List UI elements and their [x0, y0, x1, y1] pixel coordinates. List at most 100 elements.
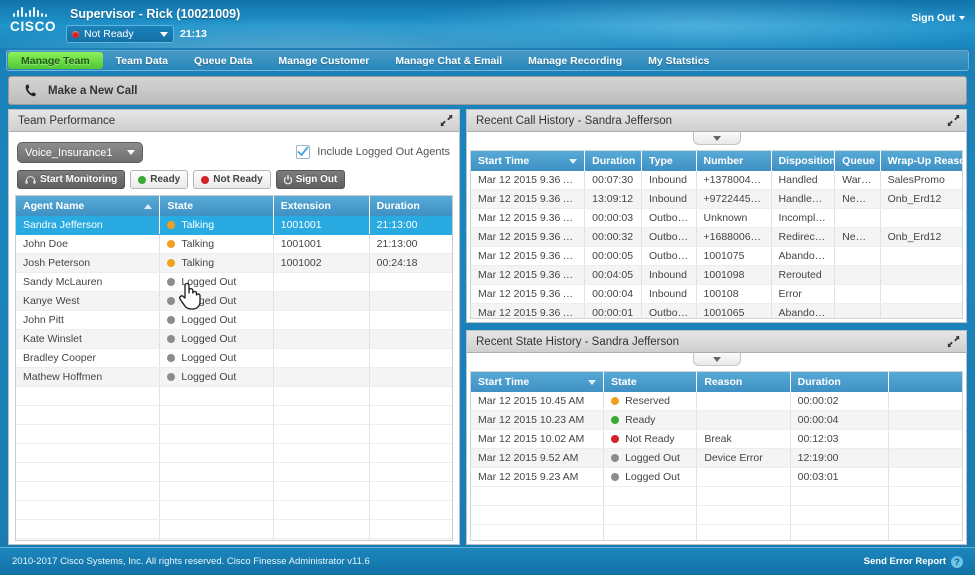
team-performance-row[interactable]: Kate Winslet Logged Out — [16, 329, 452, 349]
team-performance-row[interactable]: Bradley Cooper Logged Out — [16, 348, 452, 368]
expand-arrows-icon[interactable] — [947, 335, 960, 348]
team-performance-row[interactable]: Sandra Jefferson Talking 1001001 21:13:00 — [16, 216, 452, 235]
column-header-blank[interactable] — [888, 372, 962, 392]
expand-arrows-icon[interactable] — [947, 114, 960, 127]
column-header-number[interactable]: Number — [696, 151, 772, 171]
call-history-row[interactable]: Mar 12 2015 9.36 AM 00:00:01 Outbound 10010… — [471, 303, 962, 318]
agent-state-label: Not Ready — [84, 28, 134, 40]
column-header-reason[interactable]: Reason — [696, 372, 791, 392]
state-label: Reserved — [625, 395, 671, 407]
column-header-type[interactable]: Type — [641, 151, 697, 171]
nav-tab-queue-data[interactable]: Queue Data — [181, 51, 265, 70]
nav-tab-manage-customer[interactable]: Manage Customer — [265, 51, 382, 70]
make-new-call-bar[interactable]: Make a New Call — [8, 76, 967, 105]
agent-state-cell: Logged Out — [159, 348, 274, 368]
column-header-state[interactable]: State — [603, 372, 698, 392]
state-start-time-cell: Mar 12 2015 10.02 AM — [471, 429, 605, 449]
expand-arrows-icon[interactable] — [440, 114, 453, 127]
call-history-row[interactable]: Mar 12 2015 9.36 AM 00:00:05 Outbound 10010… — [471, 246, 962, 266]
column-header-start-time[interactable]: Start Time — [471, 151, 586, 171]
column-header-duration[interactable]: Duration — [790, 372, 889, 392]
team-performance-row[interactable]: John Doe Talking 1001001 21:13:00 — [16, 234, 452, 254]
team-performance-row[interactable]: Sandy McLauren Logged Out — [16, 272, 452, 292]
state-history-row[interactable]: Mar 12 2015 10.23 AM Ready 00:00:04 — [471, 410, 962, 430]
agent-sign-out-button[interactable]: Sign Out — [275, 170, 346, 189]
column-header-duration[interactable]: Duration — [369, 196, 452, 216]
call-duration-cell: 00:00:04 — [584, 284, 642, 304]
nav-tab-manage-team[interactable]: Manage Team — [8, 52, 103, 69]
call-duration-cell: 13:09:12 — [584, 189, 642, 209]
nav-tab-manage-recording[interactable]: Manage Recording — [515, 51, 635, 70]
team-performance-row[interactable]: Kanye West Logged Out — [16, 291, 452, 311]
table-filler-row — [16, 405, 452, 425]
sign-out-menu[interactable]: Sign Out — [911, 12, 965, 24]
state-history-row[interactable]: Mar 12 2015 9.23 AM Logged Out 00:03:01 — [471, 467, 962, 487]
set-not-ready-button[interactable]: Not Ready — [193, 170, 271, 189]
team-performance-row[interactable]: Josh Peterson Talking 1001002 00:24:18 — [16, 253, 452, 273]
state-history-grid-container[interactable]: Start Time State Reason Duration Mar 12 … — [470, 371, 963, 541]
column-header-disposition[interactable]: Disposition — [771, 151, 836, 171]
send-error-report-link[interactable]: Send Error Report ? — [864, 555, 963, 568]
include-logged-out-toggle[interactable]: Include Logged Out Agents — [296, 145, 450, 159]
call-wrapup-cell: SalesPromo — [880, 171, 962, 190]
call-number-cell: +97224453990 — [696, 189, 772, 209]
table-filler-row — [16, 424, 452, 444]
call-history-row[interactable]: Mar 12 2015 9.36 AM 00:04:05 Inbound 100109… — [471, 265, 962, 285]
state-history-collapse-tab[interactable] — [692, 353, 741, 366]
team-performance-row[interactable]: Mathew Hoffmen Logged Out — [16, 367, 452, 387]
call-start-time-cell: Mar 12 2015 9.36 AM — [471, 246, 586, 266]
call-history-header: Recent Call History - Sandra Jefferson — [467, 110, 966, 132]
empty-cell — [159, 424, 274, 444]
agent-sign-out-label: Sign Out — [295, 174, 338, 185]
team-select-dropdown[interactable]: Voice_Insurance1 — [17, 142, 143, 163]
state-history-row[interactable]: Mar 12 2015 10.45 AM Reserved 00:00:02 — [471, 392, 962, 411]
team-performance-grid-container[interactable]: Agent Name State Extension Duration Sand… — [15, 195, 453, 541]
state-duration-cell: 00:03:01 — [790, 467, 889, 487]
call-history-grid-container[interactable]: Start Time Duration Type Number Disposit… — [470, 150, 963, 319]
empty-cell — [159, 443, 274, 463]
call-history-row[interactable]: Mar 12 2015 9.36 AM 00:00:04 Inbound 100108… — [471, 284, 962, 304]
call-start-time-cell: Mar 12 2015 9.36 AM — [471, 189, 586, 209]
call-history-row[interactable]: Mar 12 2015 9.36 AM 00:07:30 Inbound +13780… — [471, 171, 962, 190]
column-header-state[interactable]: State — [159, 196, 274, 216]
call-history-header-row: Start Time Duration Type Number Disposit… — [471, 151, 962, 171]
help-icon[interactable]: ? — [951, 555, 963, 568]
call-history-row[interactable]: Mar 12 2015 9.36 AM 00:00:32 Outbound +1688… — [471, 227, 962, 247]
include-logged-out-checkbox[interactable] — [296, 145, 311, 159]
empty-cell — [273, 519, 370, 539]
agent-duration-cell — [369, 367, 452, 387]
state-label: Logged Out — [181, 352, 237, 364]
nav-tab-my-statistics[interactable]: My Statstics — [635, 51, 722, 70]
start-monitoring-button[interactable]: Start Monitoring — [17, 170, 126, 189]
column-header-duration[interactable]: Duration — [584, 151, 642, 171]
column-header-queue[interactable]: Queue — [834, 151, 881, 171]
team-performance-row[interactable]: John Pitt Logged Out — [16, 310, 452, 330]
call-number-cell: 100108 — [696, 284, 772, 304]
agent-state-dropdown[interactable]: Not Ready — [66, 25, 174, 43]
footer-copyright: 2010-2017 Cisco Systems, Inc. All rights… — [12, 556, 370, 567]
column-header-extension[interactable]: Extension — [273, 196, 370, 216]
state-history-row[interactable]: Mar 12 2015 9.52 AM Logged Out Device Erro… — [471, 448, 962, 468]
agent-extension-cell — [273, 329, 370, 349]
call-number-cell: 1001098 — [696, 265, 772, 285]
agent-duration-cell — [369, 348, 452, 368]
empty-cell — [16, 500, 161, 520]
nav-tab-manage-chat-email[interactable]: Manage Chat & Email — [382, 51, 515, 70]
call-start-time-cell: Mar 12 2015 9.36 AM — [471, 171, 586, 190]
state-label: Logged Out — [181, 295, 237, 307]
call-history-row[interactable]: Mar 12 2015 9.36 AM 13:09:12 Inbound +97224… — [471, 189, 962, 209]
set-ready-button[interactable]: Ready — [130, 170, 189, 189]
call-history-collapse-tab[interactable] — [692, 132, 741, 145]
state-name-cell: Ready — [603, 410, 698, 430]
nav-tab-team-data[interactable]: Team Data — [103, 51, 181, 70]
state-duration-cell: 12:19:00 — [790, 448, 889, 468]
column-header-wrap-up-reason[interactable]: Wrap-Up Reason — [880, 151, 962, 171]
column-header-start-time[interactable]: Start Time — [471, 372, 605, 392]
state-history-row[interactable]: Mar 12 2015 10.02 AM Not Ready Break 00:12:… — [471, 429, 962, 449]
column-header-agent-name[interactable]: Agent Name — [16, 196, 161, 216]
call-history-row[interactable]: Mar 12 2015 9.36 AM 00:00:03 Outbound Unkno… — [471, 208, 962, 228]
status-dot-icon — [611, 435, 620, 443]
team-performance-body: Voice_Insurance1 Include Logged Out Agen… — [9, 132, 459, 545]
empty-cell — [273, 386, 370, 406]
column-label-agent-name: Agent Name — [23, 200, 85, 212]
